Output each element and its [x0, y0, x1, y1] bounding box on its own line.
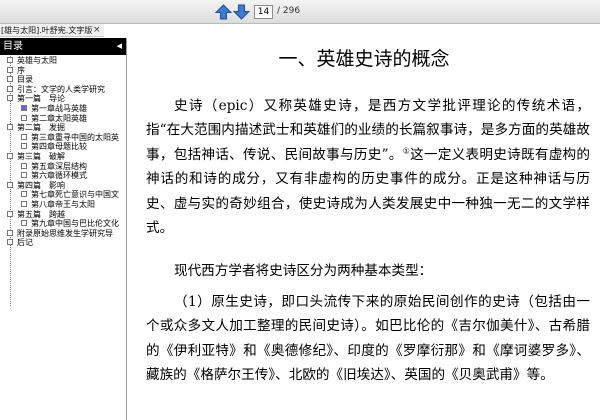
bookmark-item[interactable]: 附录原始思维发生学研究导: [0, 229, 126, 239]
footnote-marker[interactable]: ①: [403, 146, 410, 155]
bookmark-item[interactable]: 第一篇 导论: [0, 94, 126, 104]
bookmark-label: 后记: [17, 238, 33, 248]
toolbar: / 296: [0, 0, 600, 24]
previous-page-button[interactable]: [215, 4, 232, 20]
bookmark-page-icon: [7, 229, 13, 236]
bookmark-item[interactable]: 序: [0, 66, 126, 76]
bookmark-item[interactable]: 第二篇 发掘: [0, 123, 126, 133]
bookmark-label: 第五篇 跨越: [17, 209, 65, 219]
bookmark-label: 序: [17, 65, 25, 75]
page-total-label: / 296: [277, 6, 301, 16]
bookmark-item[interactable]: 第一章战马英雄: [0, 104, 126, 114]
paragraph-types-intro: 现代西方学者将史诗区分为两种基本类型：: [174, 263, 433, 279]
bookmark-label: 第一篇 导论: [17, 94, 65, 104]
page-number-input[interactable]: [254, 5, 273, 19]
bookmark-page-icon: [7, 210, 13, 217]
bookmarks-sidebar: 目录 ◀ 英雄与太阳序目录 引言：文学的人类学研究 第一篇 导论 第一章战马英雄 第二章…: [0, 38, 127, 420]
bookmark-item[interactable]: 第五章深层结构: [0, 162, 126, 172]
bookmark-page-icon: [7, 57, 13, 63]
bookmark-page-icon: [7, 66, 13, 73]
bookmark-item[interactable]: 目录: [0, 75, 126, 85]
bookmark-item[interactable]: 第五篇 跨越: [0, 210, 126, 220]
bookmark-item[interactable]: 第九章中国与巴比伦文化: [0, 219, 126, 229]
bookmark-item[interactable]: 第六章循环模式: [0, 171, 126, 181]
bookmark-tree: 英雄与太阳序目录 引言：文学的人类学研究 第一篇 导论 第一章战马英雄 第二章太阳英雄第…: [0, 56, 126, 248]
bookmark-label: 第三篇 破解: [17, 151, 65, 161]
bookmark-item[interactable]: 第三章重寻中国的太阳英: [0, 133, 126, 143]
sidebar-header: 目录 ◀: [0, 38, 126, 55]
bookmark-item[interactable]: 后记: [0, 238, 126, 248]
bookmark-page-icon: [7, 76, 13, 83]
arrow-up-icon: [215, 4, 232, 20]
bookmark-label: 目录: [17, 75, 33, 85]
next-page-button[interactable]: [233, 4, 250, 20]
bookmark-item[interactable]: 第八章帝王与太阳: [0, 200, 126, 210]
bookmark-label: 第四章母题比较: [31, 142, 87, 152]
bookmark-page-icon: [7, 152, 13, 159]
bookmark-page-icon: [7, 181, 13, 188]
bookmark-label: 第三章重寻中国的太阳英: [31, 132, 119, 142]
bookmark-item[interactable]: 英雄与太阳: [0, 56, 126, 66]
bookmark-label: 第八章帝王与太阳: [31, 199, 95, 209]
bookmark-page-icon: [7, 124, 13, 131]
bookmark-page-icon: [21, 200, 27, 207]
bookmark-item[interactable]: 第二章太阳英雄: [0, 114, 126, 124]
paragraph-primary-epic: （1）原生史诗，即口头流传下来的原始民间创作的史诗（包括由一个或众多文人加工整理…: [146, 294, 590, 384]
page-heading: 一、英雄史诗的概念: [278, 48, 450, 70]
bookmark-label: 英雄与太阳: [17, 56, 57, 65]
sidebar-title: 目录: [3, 41, 23, 52]
bookmark-label: 第七章死亡意识与中国文: [31, 190, 119, 200]
arrow-down-icon: [233, 4, 250, 20]
bookmark-page-icon: [7, 95, 13, 102]
bookmark-label: 引言：文学的人类学研究: [17, 84, 105, 94]
bookmark-page-icon: [21, 220, 27, 227]
close-icon[interactable]: ×: [93, 25, 101, 36]
bookmark-label: 第五章深层结构: [31, 161, 87, 171]
bookmark-page-icon: [21, 191, 27, 198]
bookmark-label: 附录原始思维发生学研究导: [17, 228, 113, 238]
bookmark-page-icon: [21, 162, 27, 169]
bookmark-page-icon: [7, 239, 13, 246]
paragraph-epic-definition: 史诗（epic）又称英雄史诗，是西方文学批评理论的传统术语，指“在大范围内描述武…: [146, 94, 590, 240]
bookmark-label: 第六章循环模式: [31, 171, 87, 181]
bookmark-label: 第二章太阳英雄: [31, 113, 87, 123]
document-tab[interactable]: [雄与太阳].叶舒宪.文字版: [0, 24, 104, 37]
bookmark-label: 第二篇 发掘: [17, 123, 65, 133]
bookmark-item[interactable]: 第四篇 影响: [0, 181, 126, 191]
bookmark-page-icon: [21, 172, 27, 179]
bookmark-item[interactable]: 第三篇 破解: [0, 152, 126, 162]
bookmark-item[interactable]: 引言：文学的人类学研究: [0, 85, 126, 95]
bookmark-page-icon: [7, 85, 13, 92]
collapse-arrow-icon[interactable]: ◀: [117, 38, 122, 55]
bookmark-label: 第一章战马英雄: [31, 103, 87, 113]
bookmark-page-icon: [21, 143, 27, 150]
bookmark-page-icon: [21, 114, 27, 121]
bookmark-label: 第九章中国与巴比伦文化: [31, 219, 119, 229]
document-page: 一、英雄史诗的概念 史诗（epic）又称英雄史诗，是西方文学批评理论的传统术语，…: [128, 38, 600, 420]
bookmark-item[interactable]: 第七章死亡意识与中国文: [0, 190, 126, 200]
bookmark-item[interactable]: 第四章母题比较: [0, 142, 126, 152]
bookmark-label: 第四篇 影响: [17, 180, 65, 190]
bookmark-page-icon: [21, 133, 27, 140]
bookmark-page-icon: [21, 104, 27, 111]
